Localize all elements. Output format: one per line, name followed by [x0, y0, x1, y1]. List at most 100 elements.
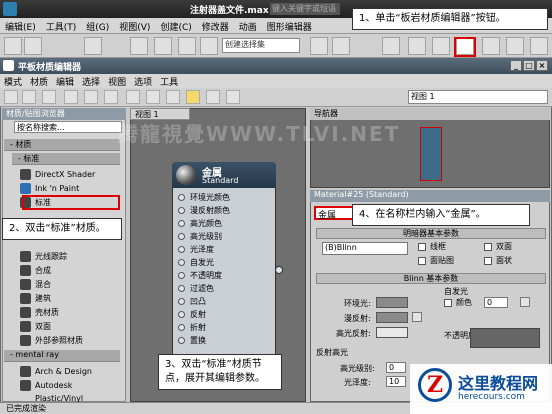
mirror-icon[interactable]	[310, 37, 328, 55]
select-icon[interactable]	[84, 37, 102, 55]
material-composite[interactable]: 合成	[18, 264, 122, 277]
spinner-snap-icon[interactable]	[200, 37, 218, 55]
slate-menu-view[interactable]: 视图	[104, 74, 130, 89]
two-sided-checkbox[interactable]	[484, 243, 492, 251]
layout-all-icon[interactable]	[166, 90, 180, 104]
material-blend[interactable]: 混合	[18, 278, 122, 291]
specular-swatch[interactable]	[376, 327, 408, 338]
socket-icon[interactable]	[178, 233, 185, 240]
socket-icon[interactable]	[178, 298, 185, 305]
layout-children-icon[interactable]	[206, 90, 220, 104]
schematic-view-icon[interactable]	[408, 37, 426, 55]
compact-material-editor-icon[interactable]	[432, 37, 450, 55]
menu-edit[interactable]: 编辑(E)	[0, 18, 41, 35]
move-children-icon[interactable]	[84, 90, 98, 104]
menu-tools[interactable]: 工具(T)	[41, 18, 82, 35]
wire-checkbox[interactable]	[418, 243, 426, 251]
menu-graph-editors[interactable]: 图形编辑器	[262, 18, 317, 35]
spec-level-value[interactable]: 0	[386, 362, 406, 373]
angle-snap-icon[interactable]	[154, 37, 172, 55]
face-map-checkbox[interactable]	[418, 257, 426, 265]
browser-search-input[interactable]: 按名称搜索...	[14, 121, 122, 133]
minimize-icon[interactable]: _	[510, 60, 522, 71]
diffuse-map-button[interactable]	[412, 312, 422, 322]
render-icon[interactable]	[530, 37, 548, 55]
slot-bump[interactable]: 凹凸	[178, 295, 274, 308]
self-illum-color-checkbox[interactable]	[444, 299, 452, 307]
menu-create[interactable]: 创建(C)	[155, 18, 196, 35]
hide-unused-icon[interactable]	[104, 90, 118, 104]
slot-specular[interactable]: 高光颜色	[178, 217, 274, 230]
socket-icon[interactable]	[178, 259, 185, 266]
group-mental-ray[interactable]: - mental ray	[4, 350, 120, 362]
close-icon[interactable]: ×	[536, 60, 548, 71]
slot-refraction[interactable]: 折射	[178, 321, 274, 334]
rollout-shader-basic[interactable]: 明暗器基本参数	[316, 228, 546, 239]
highlight-icon[interactable]	[186, 90, 200, 104]
slot-spec-level[interactable]: 高光级别	[178, 230, 274, 243]
socket-icon[interactable]	[178, 285, 185, 292]
material-directx[interactable]: DirectX Shader	[18, 168, 122, 181]
align-icon[interactable]	[332, 37, 350, 55]
search-input[interactable]: 键入关键字或短语	[270, 3, 340, 15]
maximize-icon[interactable]: □	[523, 60, 535, 71]
selection-set-dropdown[interactable]: 创建选择集	[222, 38, 300, 53]
socket-icon[interactable]	[178, 272, 185, 279]
put-to-scene-icon[interactable]	[42, 90, 56, 104]
socket-icon[interactable]	[178, 194, 185, 201]
material-arch-design[interactable]: Arch & Design	[18, 365, 122, 378]
socket-icon[interactable]	[178, 337, 185, 344]
curve-editor-icon[interactable]	[382, 37, 400, 55]
pick-material-icon[interactable]	[4, 90, 18, 104]
socket-icon[interactable]	[178, 207, 185, 214]
snap-icon[interactable]	[130, 37, 148, 55]
socket-icon[interactable]	[178, 220, 185, 227]
app-logo-icon[interactable]	[3, 2, 17, 16]
menu-group[interactable]: 组(G)	[81, 18, 114, 35]
menu-animation[interactable]: 动画	[234, 18, 262, 35]
delete-icon[interactable]	[64, 90, 78, 104]
percent-snap-icon[interactable]	[178, 37, 196, 55]
slate-menu-material[interactable]: 材质	[26, 74, 52, 89]
undo-icon[interactable]	[4, 37, 22, 55]
redo-icon[interactable]	[24, 37, 42, 55]
output-socket-icon[interactable]	[275, 266, 283, 274]
material-xref[interactable]: 外部参照材质	[18, 334, 122, 347]
group-standard[interactable]: - 标准	[12, 153, 120, 165]
slot-diffuse[interactable]: 漫反射颜色	[178, 204, 274, 217]
material-shell[interactable]: 壳材质	[18, 306, 122, 319]
menu-modifiers[interactable]: 修改器	[197, 18, 234, 35]
socket-icon[interactable]	[178, 311, 185, 318]
shader-dropdown[interactable]: (B)Blinn	[322, 242, 408, 255]
eyedropper-icon[interactable]	[22, 90, 36, 104]
slate-menu-options[interactable]: 选项	[130, 74, 156, 89]
navigator-viewport-rect[interactable]	[420, 127, 442, 181]
show-end-result-icon[interactable]	[146, 90, 160, 104]
faceted-checkbox[interactable]	[484, 257, 492, 265]
material-raytrace[interactable]: 光线跟踪	[18, 250, 122, 263]
material-architectural[interactable]: 建筑	[18, 292, 122, 305]
menu-views[interactable]: 视图(V)	[114, 18, 155, 35]
self-illum-value[interactable]: 0	[484, 297, 508, 308]
slot-displacement[interactable]: 置换	[178, 334, 274, 347]
slot-filter[interactable]: 过滤色	[178, 282, 274, 295]
slot-ambient[interactable]: 环境光颜色	[178, 191, 274, 204]
slot-opacity[interactable]: 不透明度	[178, 269, 274, 282]
slate-menu-mode[interactable]: 模式	[0, 74, 26, 89]
material-double-sided[interactable]: 双面	[18, 320, 122, 333]
rollout-blinn[interactable]: Blinn 基本参数	[316, 273, 546, 284]
socket-icon[interactable]	[178, 246, 185, 253]
slot-reflection[interactable]: 反射	[178, 308, 274, 321]
material-id-icon[interactable]	[226, 90, 240, 104]
slate-menu-edit[interactable]: 编辑	[52, 74, 78, 89]
node-header[interactable]: 金属 Standard	[172, 162, 276, 188]
slate-menu-tools[interactable]: 工具	[156, 74, 182, 89]
slot-gloss[interactable]: 光泽度	[178, 243, 274, 256]
socket-icon[interactable]	[178, 324, 185, 331]
render-frame-icon[interactable]	[506, 37, 524, 55]
material-autodesk-plastic[interactable]: Autodesk Plastic/Vinyl	[18, 379, 122, 403]
material-ink-paint[interactable]: Ink 'n Paint	[18, 182, 122, 195]
self-illum-map-button[interactable]	[520, 297, 530, 307]
group-materials[interactable]: - 材质	[4, 139, 120, 151]
gloss-value[interactable]: 10	[386, 376, 406, 387]
